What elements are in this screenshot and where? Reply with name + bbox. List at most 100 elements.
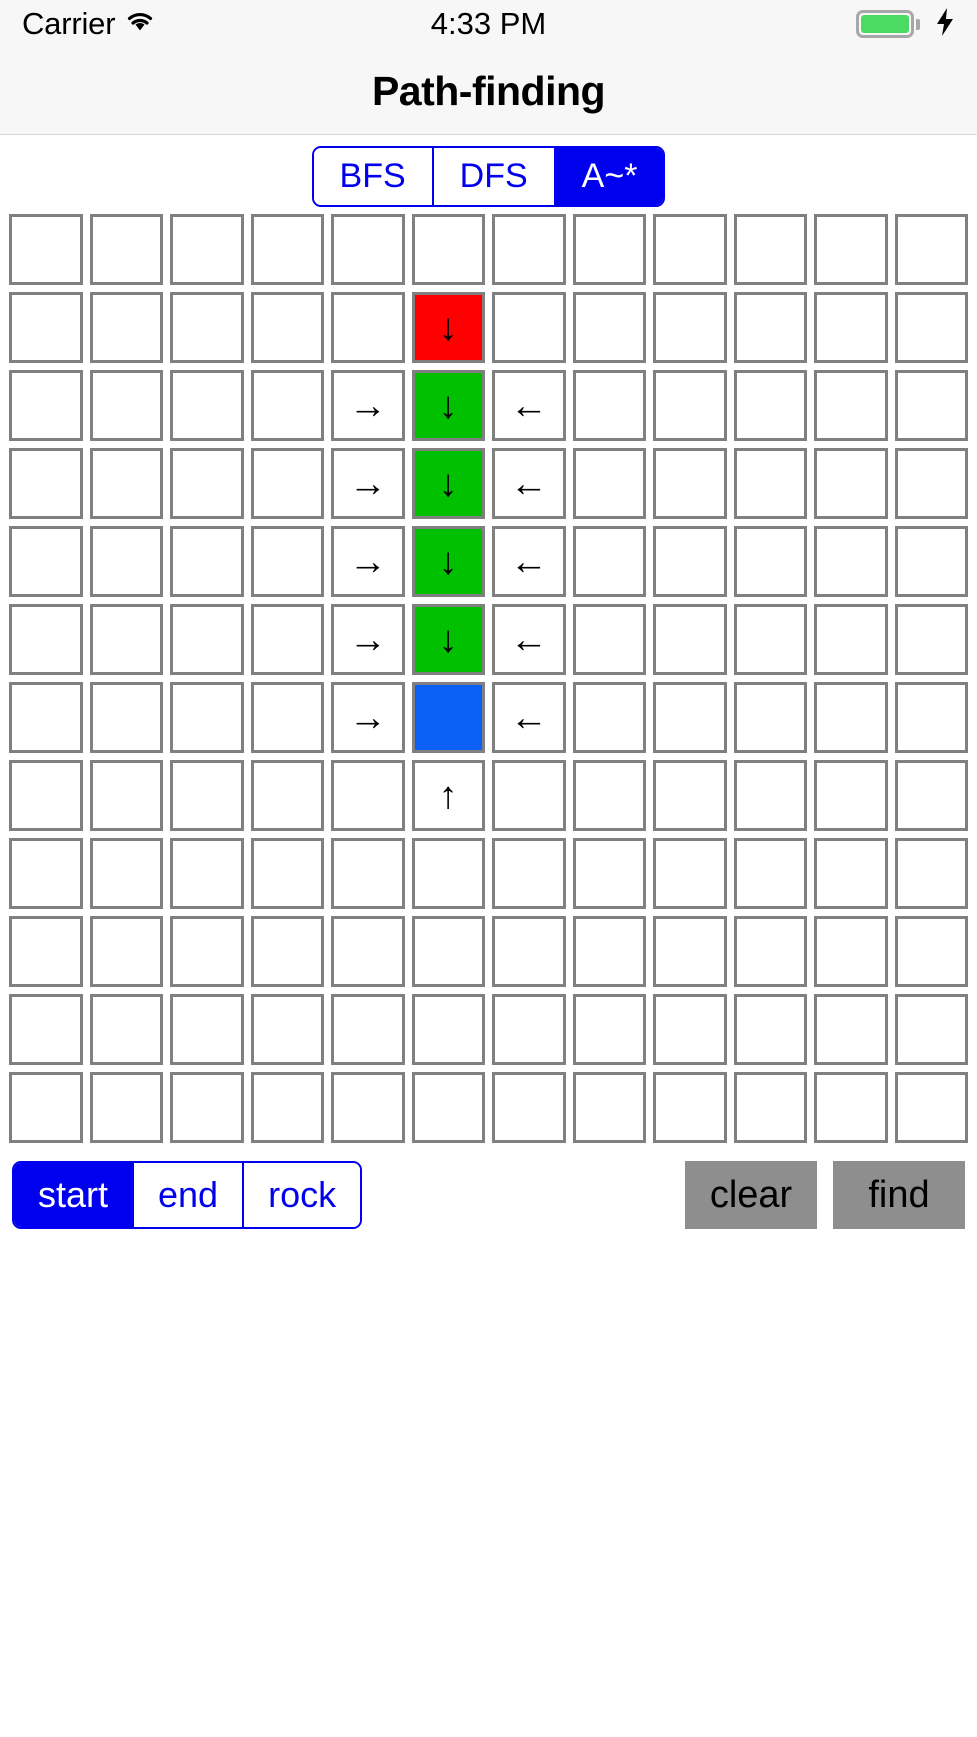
grid-cell[interactable] — [894, 682, 968, 753]
clear-button[interactable]: clear — [685, 1161, 817, 1229]
grid-cell[interactable] — [9, 526, 83, 597]
grid-cell[interactable] — [170, 916, 244, 987]
mode-option-end[interactable]: end — [134, 1163, 245, 1227]
grid-cell[interactable] — [331, 994, 405, 1065]
grid-cell[interactable] — [653, 526, 727, 597]
grid-cell[interactable] — [89, 526, 163, 597]
grid-cell[interactable] — [331, 760, 405, 831]
grid-cell-arrow[interactable]: → — [331, 448, 405, 519]
grid-cell[interactable] — [894, 994, 968, 1065]
grid-cell[interactable] — [733, 292, 807, 363]
grid-cell[interactable] — [250, 994, 324, 1065]
grid-cell-start[interactable]: ↓ — [411, 292, 485, 363]
grid-cell[interactable] — [492, 760, 566, 831]
grid-cell[interactable] — [653, 370, 727, 441]
grid-cell[interactable] — [331, 214, 405, 285]
grid-cell[interactable] — [9, 994, 83, 1065]
grid-cell[interactable] — [250, 838, 324, 909]
grid-cell[interactable] — [411, 1072, 485, 1143]
grid-cell[interactable] — [492, 916, 566, 987]
algorithm-option-dfs[interactable]: DFS — [433, 148, 556, 205]
grid-cell[interactable] — [814, 448, 888, 519]
grid-cell[interactable] — [572, 604, 646, 675]
grid-cell[interactable] — [653, 292, 727, 363]
grid-cell[interactable] — [733, 760, 807, 831]
grid-cell[interactable] — [250, 1072, 324, 1143]
grid-cell-arrow[interactable]: ← — [492, 682, 566, 753]
grid-cell[interactable] — [653, 214, 727, 285]
grid-cell[interactable] — [733, 370, 807, 441]
grid-cell[interactable] — [733, 448, 807, 519]
grid-cell[interactable] — [814, 838, 888, 909]
grid-cell[interactable] — [492, 994, 566, 1065]
grid-cell[interactable] — [653, 760, 727, 831]
find-button[interactable]: find — [833, 1161, 965, 1229]
grid-cell-arrow[interactable]: → — [331, 682, 405, 753]
grid-cell[interactable] — [814, 760, 888, 831]
grid-cell[interactable] — [250, 448, 324, 519]
grid-cell[interactable] — [572, 916, 646, 987]
grid-cell[interactable] — [170, 1072, 244, 1143]
algorithm-option-bfs[interactable]: BFS — [313, 148, 434, 205]
grid-cell-path[interactable]: ↓ — [411, 526, 485, 597]
grid-cell[interactable] — [89, 448, 163, 519]
grid-cell[interactable] — [733, 604, 807, 675]
grid-cell[interactable] — [250, 526, 324, 597]
grid-cell[interactable] — [733, 1072, 807, 1143]
grid-cell[interactable] — [733, 916, 807, 987]
grid-cell[interactable] — [331, 292, 405, 363]
grid-cell[interactable] — [89, 292, 163, 363]
grid-cell[interactable] — [572, 760, 646, 831]
grid-cell[interactable] — [170, 370, 244, 441]
algorithm-segmented-control[interactable]: BFS DFS A~* — [311, 146, 666, 207]
algorithm-option-a[interactable]: A~* — [555, 148, 664, 205]
grid-cell[interactable] — [814, 1072, 888, 1143]
grid-cell[interactable] — [170, 604, 244, 675]
grid-cell[interactable] — [733, 838, 807, 909]
grid-cell[interactable] — [9, 214, 83, 285]
grid-cell[interactable] — [9, 604, 83, 675]
grid-cell[interactable] — [814, 292, 888, 363]
grid-cell[interactable] — [411, 916, 485, 987]
grid-cell-path[interactable]: ↓ — [411, 370, 485, 441]
grid-cell-arrow[interactable]: ← — [492, 604, 566, 675]
grid-cell[interactable] — [411, 214, 485, 285]
grid-cell[interactable] — [331, 916, 405, 987]
grid-cell[interactable] — [894, 292, 968, 363]
grid-cell[interactable] — [572, 838, 646, 909]
grid-cell[interactable] — [89, 1072, 163, 1143]
grid-cell-path[interactable]: ↓ — [411, 448, 485, 519]
grid-cell[interactable] — [89, 370, 163, 441]
grid-cell[interactable] — [894, 760, 968, 831]
grid-cell[interactable] — [170, 448, 244, 519]
grid-cell-end[interactable] — [411, 682, 485, 753]
grid-cell[interactable] — [89, 994, 163, 1065]
grid-cell-arrow[interactable]: ← — [492, 370, 566, 441]
grid-cell[interactable] — [814, 682, 888, 753]
grid-cell[interactable] — [250, 214, 324, 285]
grid-cell[interactable] — [814, 370, 888, 441]
grid-cell-arrow[interactable]: → — [331, 526, 405, 597]
grid-cell[interactable] — [894, 526, 968, 597]
grid-cell[interactable] — [89, 682, 163, 753]
grid-cell[interactable] — [653, 604, 727, 675]
grid-cell[interactable] — [814, 916, 888, 987]
grid-cell-arrow[interactable]: → — [331, 370, 405, 441]
grid-cell[interactable] — [250, 916, 324, 987]
grid-cell[interactable] — [572, 1072, 646, 1143]
grid-cell[interactable] — [250, 682, 324, 753]
grid-cell[interactable] — [733, 682, 807, 753]
grid-cell-arrow[interactable]: ↑ — [411, 760, 485, 831]
grid-cell[interactable] — [170, 292, 244, 363]
mode-option-start[interactable]: start — [14, 1163, 135, 1227]
grid-cell[interactable] — [894, 214, 968, 285]
grid-cell[interactable] — [89, 760, 163, 831]
grid-cell[interactable] — [250, 760, 324, 831]
grid-cell[interactable] — [9, 448, 83, 519]
grid-cell[interactable] — [814, 526, 888, 597]
grid-cell-arrow[interactable]: ← — [492, 448, 566, 519]
grid-cell[interactable] — [331, 838, 405, 909]
grid-cell[interactable] — [894, 916, 968, 987]
grid-cell[interactable] — [653, 838, 727, 909]
grid-cell[interactable] — [814, 214, 888, 285]
